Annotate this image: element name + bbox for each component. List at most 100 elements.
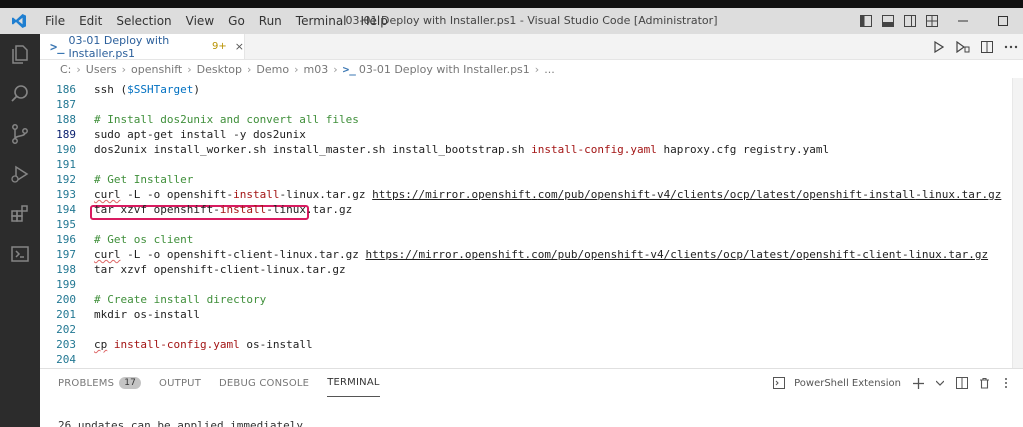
breadcrumb-chevron-icon: › bbox=[333, 62, 338, 76]
code-segment: haproxy.cfg registry.yaml bbox=[656, 143, 830, 156]
line-number: 192 bbox=[56, 173, 76, 186]
code-variable: $SSHTarget bbox=[127, 83, 194, 96]
code-line[interactable]: 195 bbox=[40, 217, 1023, 232]
code-line[interactable]: 200 # Create install directory bbox=[40, 292, 1023, 307]
code-highlight: install bbox=[219, 203, 267, 216]
menu-item-go[interactable]: Go bbox=[221, 14, 252, 28]
customize-layout-icon[interactable] bbox=[921, 8, 943, 34]
code-comment: # Install dos2unix and convert all files bbox=[94, 113, 359, 126]
code-line[interactable]: 203 cp install-config.yaml os-install bbox=[40, 337, 1023, 352]
code-text: sudo apt-get install -y dos2unix bbox=[94, 127, 306, 142]
code-segment: -linux.tar.gz bbox=[266, 203, 353, 216]
breadcrumb-symbols[interactable]: ... bbox=[544, 63, 555, 76]
menu-item-view[interactable]: View bbox=[179, 14, 221, 28]
split-editor-icon[interactable] bbox=[975, 40, 999, 53]
line-number: 191 bbox=[56, 158, 76, 171]
toggle-sidebar-icon[interactable] bbox=[855, 8, 877, 34]
minimize-icon[interactable] bbox=[943, 8, 983, 34]
code-line[interactable]: 190 dos2unix install_worker.sh install_ma… bbox=[40, 142, 1023, 157]
code-line[interactable]: 197 curl -L -o openshift-client-linux.tar… bbox=[40, 247, 1023, 262]
code-line[interactable]: 193 curl -L -o openshift-install-linux.ta… bbox=[40, 187, 1023, 202]
line-number: 188 bbox=[56, 113, 76, 126]
code-url: openshift bbox=[471, 188, 532, 201]
run-selection-icon[interactable] bbox=[951, 40, 975, 53]
code-line[interactable]: 196 # Get os client bbox=[40, 232, 1023, 247]
code-comment: # Get os client bbox=[94, 233, 194, 246]
tab-deploy-with-installer[interactable]: >_ 03-01 Deploy with Installer.ps1 9+ × bbox=[40, 33, 245, 60]
code-segment: tar xzvf openshift- bbox=[94, 203, 220, 216]
code-line[interactable]: 194 tar xzvf openshift-install-linux.tar.… bbox=[40, 202, 1023, 217]
title-bar: File Edit Selection View Go Run Terminal Help 0… bbox=[0, 8, 1023, 34]
split-terminal-icon[interactable] bbox=[951, 372, 973, 394]
panel-overflow-icon[interactable] bbox=[995, 372, 1017, 394]
toggle-secondary-sidebar-icon[interactable] bbox=[899, 8, 921, 34]
code-line[interactable]: 198 tar xzvf openshift-client-linux.tar.g… bbox=[40, 262, 1023, 277]
code-segment: os-install bbox=[239, 338, 313, 351]
code-text: dos2unix install_worker.sh install_maste… bbox=[94, 142, 829, 157]
menu-item-run[interactable]: Run bbox=[252, 14, 289, 28]
breadcrumb-item[interactable]: Demo bbox=[256, 63, 289, 76]
code-segment: tar xzvf openshift-client-linux.tar.gz bbox=[94, 263, 346, 276]
close-tab-icon[interactable]: × bbox=[235, 40, 244, 53]
code-text: tar xzvf openshift-install-linux.tar.gz bbox=[94, 202, 352, 217]
code-highlight: install-config.yaml bbox=[531, 143, 657, 156]
code-text: # Get Installer bbox=[94, 172, 193, 187]
toggle-panel-icon[interactable] bbox=[877, 8, 899, 34]
kill-terminal-icon[interactable] bbox=[973, 372, 995, 394]
terminal-output[interactable]: 26 updates can be applied immediately. bbox=[58, 419, 310, 427]
search-icon[interactable] bbox=[0, 74, 40, 114]
code-line[interactable]: 202 bbox=[40, 322, 1023, 337]
code-url: com bbox=[531, 248, 551, 261]
source-control-icon[interactable] bbox=[0, 114, 40, 154]
code-line[interactable]: 187 bbox=[40, 97, 1023, 112]
breadcrumb-item[interactable]: Users bbox=[86, 63, 117, 76]
code-text: curl -L -o openshift-client-linux.tar.gz… bbox=[94, 247, 988, 262]
code-line[interactable]: 192 # Get Installer bbox=[40, 172, 1023, 187]
terminal-profile-label[interactable]: PowerShell Extension bbox=[794, 378, 901, 389]
breadcrumb-item[interactable]: Desktop bbox=[197, 63, 242, 76]
code-line[interactable]: 199 bbox=[40, 277, 1023, 292]
breadcrumb-item[interactable]: openshift bbox=[131, 63, 182, 76]
maximize-icon[interactable] bbox=[983, 8, 1023, 34]
line-number: 201 bbox=[56, 308, 76, 321]
problems-badge: 9+ bbox=[212, 41, 227, 52]
code-segment: -L -o openshift-client-linux.tar.gz bbox=[120, 248, 366, 261]
tab-label: 03-01 Deploy with Installer.ps1 bbox=[68, 33, 170, 60]
menu-item-file[interactable]: File bbox=[38, 14, 72, 28]
breadcrumb-item[interactable]: C: bbox=[60, 63, 71, 76]
code-line[interactable]: 201 mkdir os-install bbox=[40, 307, 1023, 322]
more-actions-icon[interactable] bbox=[999, 45, 1023, 49]
menu-item-edit[interactable]: Edit bbox=[72, 14, 109, 28]
window-title: 03-01 Deploy with Installer.ps1 - Visual… bbox=[345, 14, 718, 27]
code-line[interactable]: 188 # Install dos2unix and convert all fi… bbox=[40, 112, 1023, 127]
run-icon[interactable] bbox=[927, 40, 951, 53]
code-url: /pub/openshift-v4/clients/ocp/latest/ope… bbox=[551, 248, 989, 261]
tab-problems[interactable]: PROBLEMS 17 bbox=[58, 369, 142, 397]
tab-debug-console[interactable]: DEBUG CONSOLE bbox=[219, 369, 309, 397]
tab-output[interactable]: OUTPUT bbox=[159, 369, 201, 397]
powershell-icon[interactable] bbox=[0, 234, 40, 274]
line-number: 187 bbox=[56, 98, 76, 111]
tab-terminal[interactable]: TERMINAL bbox=[327, 369, 380, 397]
code-highlight: install bbox=[233, 188, 280, 201]
new-terminal-icon[interactable] bbox=[907, 372, 929, 394]
run-debug-icon[interactable] bbox=[0, 154, 40, 194]
code-text: cp install-config.yaml os-install bbox=[94, 337, 313, 352]
code-line[interactable]: 204 bbox=[40, 352, 1023, 367]
menu-item-selection[interactable]: Selection bbox=[109, 14, 178, 28]
code-text: curl -L -o openshift-install-linux.tar.g… bbox=[94, 187, 1001, 202]
extensions-icon[interactable] bbox=[0, 194, 40, 234]
panel-actions: PowerShell Extension bbox=[768, 369, 1017, 397]
line-number: 203 bbox=[56, 338, 76, 351]
terminal-dropdown-icon[interactable] bbox=[929, 372, 951, 394]
terminal-profile-icon[interactable] bbox=[768, 372, 790, 394]
line-number: 195 bbox=[56, 218, 76, 231]
breadcrumb-file[interactable]: 03-01 Deploy with Installer.ps1 bbox=[359, 63, 530, 76]
breadcrumb-item[interactable]: m03 bbox=[304, 63, 329, 76]
code-line[interactable]: 191 bbox=[40, 157, 1023, 172]
code-line[interactable]: 186 ssh ($SSHTarget) bbox=[40, 82, 1023, 97]
code-line[interactable]: 189 sudo apt-get install -y dos2unix bbox=[40, 127, 1023, 142]
code-url: com bbox=[537, 188, 558, 201]
explorer-icon[interactable] bbox=[0, 34, 40, 74]
code-editor[interactable]: 186 ssh ($SSHTarget) 187 188 # Install dos2u… bbox=[40, 78, 1023, 368]
